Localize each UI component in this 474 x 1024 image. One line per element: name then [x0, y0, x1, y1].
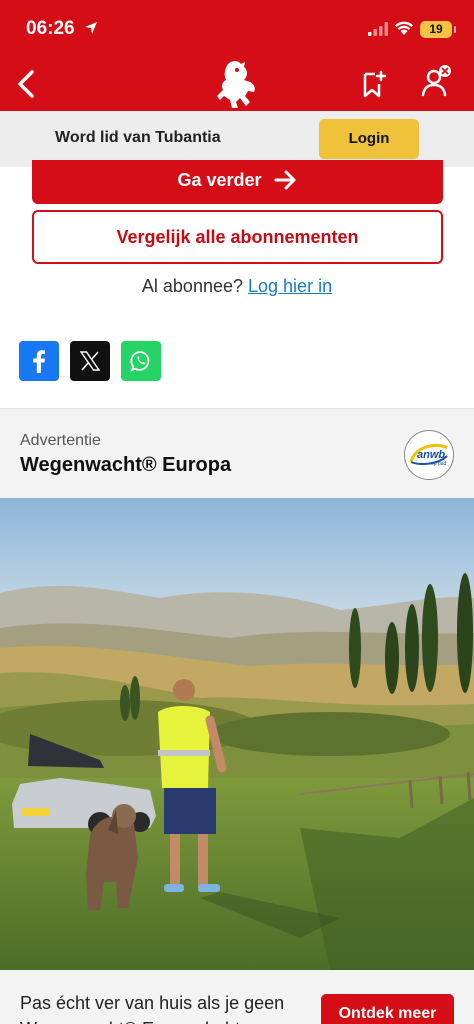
already-subscriber-line: Al abonnee? Log hier in	[0, 276, 474, 297]
ad-landscape-photo	[0, 498, 474, 970]
nav-bar	[0, 58, 474, 111]
ad-label: Advertentie	[20, 432, 101, 449]
continue-button[interactable]: Ga verder	[32, 160, 443, 204]
cellular-signal-icon	[368, 22, 388, 36]
ad-title[interactable]: Wegenwacht® Europa	[20, 454, 231, 477]
bookmark-add-icon[interactable]	[358, 70, 388, 100]
x-icon	[80, 351, 100, 371]
arrow-right-icon	[274, 170, 296, 190]
login-button[interactable]: Login	[319, 119, 419, 159]
share-x-button[interactable]	[70, 341, 110, 381]
member-bar: Word lid van Tubantia Login	[0, 111, 474, 167]
ad-image[interactable]	[0, 498, 474, 970]
compare-subscriptions-button[interactable]: Vergelijk alle abonnementen	[32, 210, 443, 264]
back-button[interactable]	[8, 66, 44, 102]
already-subscriber-text: Al abonnee?	[141, 276, 243, 296]
location-arrow-icon	[85, 22, 97, 34]
chevron-left-icon	[18, 70, 34, 98]
member-prompt-text: Word lid van Tubantia	[55, 129, 221, 146]
svg-text:op pad: op pad	[431, 461, 447, 467]
anwb-logo[interactable]: anwb op pad	[404, 430, 454, 480]
login-link[interactable]: Log hier in	[248, 276, 332, 296]
battery-indicator: 19	[420, 21, 456, 38]
anwb-logo-graphic: anwb op pad	[409, 443, 448, 467]
continue-button-label: Ga verder	[177, 169, 262, 190]
ad-body-text[interactable]: Pas écht ver van huis als je geen Wegenw…	[20, 990, 310, 1024]
status-time: 06:26	[26, 18, 75, 39]
svg-text:anwb: anwb	[417, 449, 445, 461]
account-icon[interactable]	[418, 64, 454, 100]
share-facebook-button[interactable]	[19, 341, 59, 381]
tubantia-horse-logo[interactable]	[214, 58, 260, 110]
share-whatsapp-button[interactable]	[121, 341, 161, 381]
wifi-icon	[395, 21, 413, 35]
ad-header: Advertentie Wegenwacht® Europa anwb op p…	[0, 408, 474, 498]
ad-footer: Pas écht ver van huis als je geen Wegenw…	[0, 970, 474, 1024]
facebook-icon	[33, 350, 45, 373]
whatsapp-icon	[130, 351, 150, 372]
status-bar: 06:26 19	[0, 0, 474, 58]
discover-more-button[interactable]: Ontdek meer	[321, 994, 454, 1024]
